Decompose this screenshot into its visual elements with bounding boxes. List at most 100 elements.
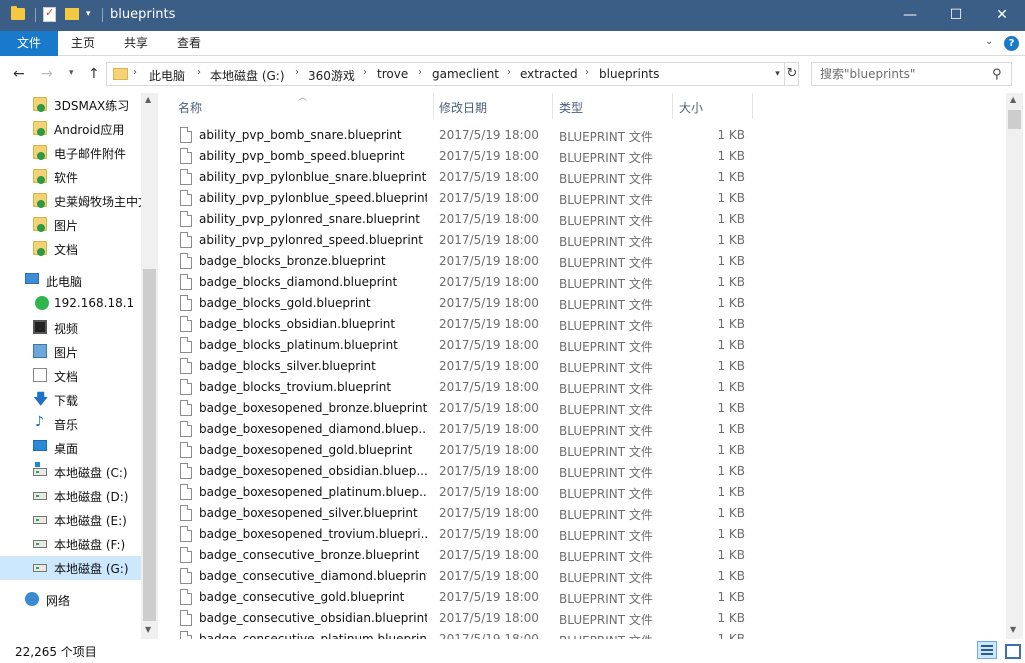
sidebar-item-3dsmax[interactable]: 3DSMAX练习 (0, 93, 141, 117)
scroll-up-arrow-icon[interactable]: ▲ (145, 95, 151, 104)
table-row[interactable]: badge_boxesopened_bronze.blueprint 2017/5… (158, 398, 1006, 419)
new-folder-icon[interactable] (65, 8, 79, 20)
table-row[interactable]: ability_pvp_pylonblue_speed.blueprint 201… (158, 188, 1006, 209)
scroll-down-arrow-icon[interactable]: ▼ (145, 625, 151, 634)
breadcrumb-separator-icon[interactable]: › (418, 67, 422, 78)
back-button[interactable]: ← (13, 66, 25, 82)
sidebar-item-software[interactable]: 软件 (0, 165, 141, 189)
address-bar[interactable]: › 此电脑 › 本地磁盘 (G:) › 360游戏 › trove › game… (106, 62, 799, 86)
breadcrumb-separator-icon[interactable]: › (133, 67, 137, 78)
file-list-scrollbar[interactable]: ▲ ▼ (1006, 93, 1023, 639)
breadcrumb-separator-icon[interactable]: › (197, 67, 201, 78)
breadcrumb-gameclient[interactable]: gameclient (432, 67, 499, 81)
sidebar-item-slime-rancher[interactable]: 史莱姆牧场主中文 (0, 189, 141, 213)
column-header-type[interactable]: 类型 (559, 99, 583, 116)
sidebar-item-documents[interactable]: 文档 (0, 364, 141, 388)
sidebar-item-pictures[interactable]: 图片 (0, 340, 141, 364)
column-divider[interactable] (752, 93, 753, 119)
search-input[interactable] (812, 63, 992, 85)
column-divider[interactable] (433, 93, 434, 119)
close-button[interactable]: ✕ (979, 0, 1025, 31)
table-row[interactable]: badge_consecutive_bronze.blueprint 2017/5… (158, 545, 1006, 566)
table-row[interactable]: badge_boxesopened_obsidian.bluep... 2017/… (158, 461, 1006, 482)
sidebar-item-drive-g[interactable]: 本地磁盘 (G:) (0, 556, 141, 580)
breadcrumb-separator-icon[interactable]: › (507, 67, 511, 78)
tab-home[interactable]: 主页 (71, 31, 95, 56)
breadcrumb-separator-icon[interactable]: › (295, 67, 299, 78)
table-row[interactable]: badge_boxesopened_trovium.bluepri... 2017… (158, 524, 1006, 545)
sidebar-item-email-attachments[interactable]: 电子邮件附件 (0, 141, 141, 165)
column-header-date[interactable]: 修改日期 (439, 99, 487, 116)
breadcrumb-drive-g[interactable]: 本地磁盘 (G:) (210, 67, 285, 84)
breadcrumb-separator-icon[interactable]: › (363, 67, 367, 78)
table-row[interactable]: badge_boxesopened_silver.blueprint 2017/5… (158, 503, 1006, 524)
table-row[interactable]: badge_consecutive_gold.blueprint 2017/5/1… (158, 587, 1006, 608)
sidebar-item-drive-c[interactable]: 本地磁盘 (C:) (0, 460, 141, 484)
sidebar-item-downloads[interactable]: 🡇 下载 (0, 388, 141, 412)
breadcrumb-trove[interactable]: trove (377, 67, 408, 81)
sidebar-item-android[interactable]: Android应用 (0, 117, 141, 141)
details-view-icon[interactable] (977, 641, 997, 659)
table-row[interactable]: ability_pvp_pylonred_snare.blueprint 2017… (158, 209, 1006, 230)
sidebar-item-drive-d[interactable]: 本地磁盘 (D:) (0, 484, 141, 508)
search-icon[interactable]: ⚲ (992, 67, 1002, 82)
sidebar-item-network[interactable]: 网络 (0, 588, 141, 612)
large-icons-view-icon[interactable] (1002, 641, 1021, 659)
table-row[interactable]: badge_consecutive_obsidian.blueprint 2017… (158, 608, 1006, 629)
tab-view[interactable]: 查看 (177, 31, 201, 56)
sidebar-item-documents-pinned[interactable]: 文档 (0, 237, 141, 261)
scroll-down-arrow-icon[interactable]: ▼ (1010, 625, 1016, 634)
properties-icon[interactable] (43, 6, 56, 22)
sidebar-item-pictures-pinned[interactable]: 图片 (0, 213, 141, 237)
sidebar-item-network-location[interactable]: 192.168.18.1 (0, 292, 141, 316)
table-row[interactable]: badge_boxesopened_diamond.bluep... 2017/5… (158, 419, 1006, 440)
column-header-name[interactable]: 名称 (178, 99, 202, 116)
table-row[interactable]: badge_consecutive_platinum.blueprint 2017… (158, 629, 1006, 639)
sidebar-item-videos[interactable]: 视频 (0, 316, 141, 340)
tab-share[interactable]: 共享 (124, 31, 148, 56)
breadcrumb-separator-icon[interactable]: › (585, 67, 589, 78)
scrollbar-thumb[interactable] (143, 269, 156, 621)
table-row[interactable]: badge_blocks_silver.blueprint 2017/5/19 1… (158, 356, 1006, 377)
table-row[interactable]: badge_blocks_obsidian.blueprint 2017/5/19… (158, 314, 1006, 335)
table-row[interactable]: badge_boxesopened_platinum.bluep... 2017/… (158, 482, 1006, 503)
table-row[interactable]: badge_blocks_gold.blueprint 2017/5/19 18:… (158, 293, 1006, 314)
scrollbar-thumb[interactable] (1008, 110, 1021, 129)
tab-file[interactable]: 文件 (0, 31, 58, 56)
column-divider[interactable] (552, 93, 553, 119)
maximize-button[interactable]: ☐ (933, 0, 979, 31)
sidebar-item-music[interactable]: ♪ 音乐 (0, 412, 141, 436)
column-divider[interactable] (672, 93, 673, 119)
breadcrumb-360games[interactable]: 360游戏 (308, 67, 355, 84)
address-history-dropdown-icon[interactable]: ▾ (770, 63, 784, 85)
table-row[interactable]: ability_pvp_bomb_speed.blueprint 2017/5/1… (158, 146, 1006, 167)
help-icon[interactable]: ? (1004, 36, 1019, 51)
sidebar-item-drive-e[interactable]: 本地磁盘 (E:) (0, 508, 141, 532)
sidebar-item-drive-f[interactable]: 本地磁盘 (F:) (0, 532, 141, 556)
table-row[interactable]: badge_blocks_trovium.blueprint 2017/5/19 … (158, 377, 1006, 398)
search-box[interactable]: ⚲ (811, 62, 1012, 86)
minimize-button[interactable]: — (887, 0, 933, 31)
sidebar-item-desktop[interactable]: 桌面 (0, 436, 141, 460)
expand-ribbon-chevron-icon[interactable]: ⌄ (985, 36, 993, 47)
table-row[interactable]: badge_blocks_bronze.blueprint 2017/5/19 1… (158, 251, 1006, 272)
up-button[interactable]: ↑ (88, 66, 100, 82)
column-header-size[interactable]: 大小 (679, 99, 703, 116)
breadcrumb-extracted[interactable]: extracted (520, 67, 578, 81)
table-row[interactable]: badge_blocks_diamond.blueprint 2017/5/19 … (158, 272, 1006, 293)
table-row[interactable]: badge_boxesopened_gold.blueprint 2017/5/1… (158, 440, 1006, 461)
recent-locations-dropdown[interactable]: ▾ (69, 68, 74, 78)
quick-access-toolbar-dropdown[interactable]: ▾ (86, 9, 91, 19)
breadcrumb-blueprints[interactable]: blueprints (599, 67, 659, 81)
table-row[interactable]: badge_consecutive_diamond.blueprint 2017/… (158, 566, 1006, 587)
table-row[interactable]: ability_pvp_pylonblue_snare.blueprint 201… (158, 167, 1006, 188)
forward-button[interactable]: → (41, 66, 53, 82)
sidebar-item-this-pc[interactable]: 此电脑 (0, 269, 141, 293)
refresh-icon[interactable]: ↻ (784, 63, 799, 85)
breadcrumb-this-pc[interactable]: 此电脑 (149, 67, 185, 84)
sidebar-scrollbar[interactable]: ▲ ▼ (141, 93, 158, 639)
table-row[interactable]: ability_pvp_pylonred_speed.blueprint 2017… (158, 230, 1006, 251)
table-row[interactable]: badge_blocks_platinum.blueprint 2017/5/19… (158, 335, 1006, 356)
scroll-up-arrow-icon[interactable]: ▲ (1010, 95, 1016, 104)
table-row[interactable]: ability_pvp_bomb_snare.blueprint 2017/5/1… (158, 125, 1006, 146)
